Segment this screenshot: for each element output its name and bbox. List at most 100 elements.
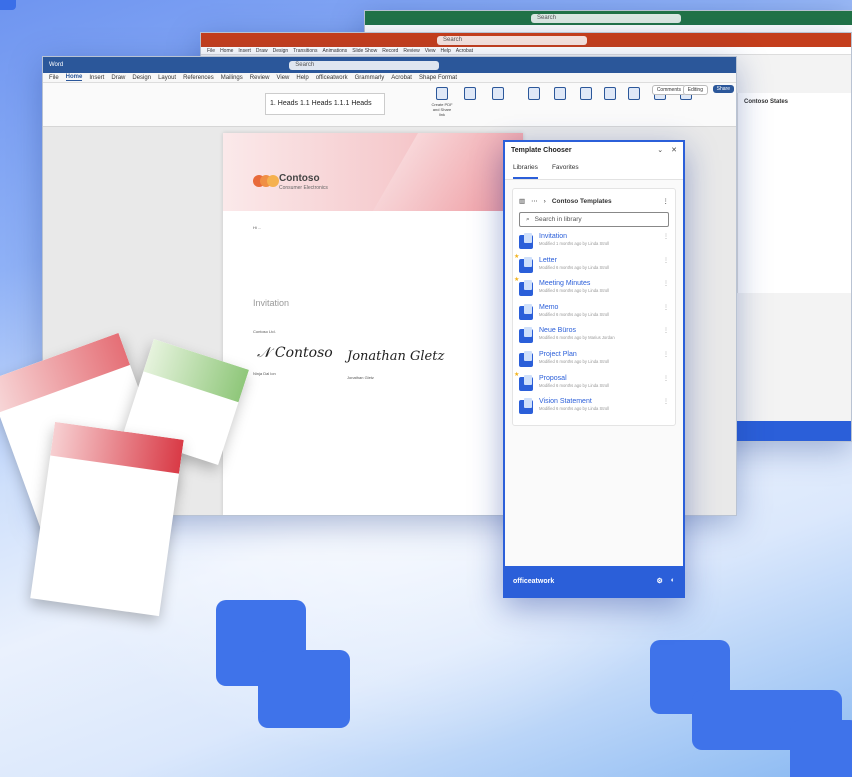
more-icon[interactable]: ⋮	[663, 197, 670, 205]
item-more-icon[interactable]: ⋮	[663, 280, 669, 287]
item-more-icon[interactable]: ⋮	[663, 351, 669, 358]
template-name: Vision Statement	[539, 398, 592, 406]
word-menu-view[interactable]: View	[276, 75, 289, 81]
close-icon[interactable]: ✕	[671, 146, 677, 154]
excel-search[interactable]: Search	[531, 13, 681, 23]
company-name: Contoso	[279, 173, 320, 184]
template-icon	[628, 87, 640, 100]
word-menu-references[interactable]: References	[183, 75, 214, 81]
create-pdf-share-link-label: Create PDF and Share link	[431, 102, 453, 117]
template-meta: Modified 6 months ago by Linda Stroll	[539, 288, 610, 294]
microphone-icon	[528, 87, 540, 100]
ppt-menu-file[interactable]: File	[207, 48, 215, 54]
contoso-logo-icon	[253, 175, 279, 187]
template-meta: Modified 6 months ago by Linda Stroll	[539, 311, 610, 317]
word-menu-insert[interactable]: Insert	[89, 75, 104, 81]
ppt-menu-draw[interactable]: Draw	[256, 48, 268, 54]
powerpoint-footer	[737, 421, 851, 441]
template-item[interactable]: LetterModified 6 months ago by Linda Str…	[514, 253, 669, 279]
ppt-menu-help[interactable]: Help	[440, 48, 450, 54]
template-meta: Modified 6 months ago by Marius Jordan	[539, 335, 615, 341]
search-placeholder: Search in library	[534, 216, 582, 223]
template-item[interactable]: Vision Statement Modified 6 months ago by…	[519, 396, 669, 420]
sensitivity-button[interactable]	[549, 87, 571, 102]
ppt-menu-review[interactable]: Review	[403, 48, 419, 54]
styles-gallery[interactable]: 1. Heads 1.1 Heads 1.1.1 Heads	[265, 93, 385, 115]
word-doc-icon	[514, 276, 533, 297]
item-more-icon[interactable]: ⋮	[663, 375, 669, 382]
word-menu-acrobat[interactable]: Acrobat	[391, 75, 412, 81]
template-item[interactable]: ProposalModified 6 months ago by Linda S…	[514, 371, 669, 397]
ppt-menu-transitions[interactable]: Transitions	[293, 48, 317, 54]
comments-button[interactable]: Comments	[651, 85, 686, 95]
corner-decoration	[0, 0, 16, 10]
word-doc-icon	[519, 233, 533, 249]
tab-libraries[interactable]: Libraries	[513, 164, 538, 179]
template-name: Meeting Minutes	[539, 280, 591, 288]
template-name: Invitation	[539, 233, 568, 240]
library-search-input[interactable]: ⌕ Search in library	[519, 212, 669, 227]
powerpoint-search[interactable]: Search	[437, 35, 587, 45]
item-more-icon[interactable]: ⋮	[663, 327, 669, 334]
ppt-menu-acrobat[interactable]: Acrobat	[456, 48, 473, 54]
word-menu-design[interactable]: Design	[132, 75, 151, 81]
template-name: Proposal	[539, 374, 567, 382]
ppt-menu-design[interactable]: Design	[273, 48, 289, 54]
ppt-menu-animations[interactable]: Animations	[322, 48, 347, 54]
dictate-button[interactable]	[523, 87, 545, 102]
create-pdf-outlook-button[interactable]	[459, 87, 481, 102]
ppt-menu-insert[interactable]: Insert	[238, 48, 251, 54]
template-item[interactable]: Neue Büros Modified 6 months ago by Mariu…	[519, 325, 669, 349]
template-chooser-button[interactable]	[623, 87, 645, 102]
word-menu: File Home Insert Draw Design Layout Refe…	[43, 73, 736, 83]
powerpoint-titlebar: Search	[201, 33, 851, 47]
letter-thumbnail-front	[30, 421, 184, 617]
word-menu-shape-format[interactable]: Shape Format	[419, 75, 457, 81]
chooser-footer: officeatwork ⚙ ◐	[505, 566, 683, 596]
add-ins-icon	[604, 87, 616, 100]
share-button[interactable]: Share	[712, 85, 734, 93]
word-titlebar: Word Search	[43, 57, 736, 73]
template-item[interactable]: Meeting MinutesModified 6 months ago by …	[514, 276, 669, 302]
document-page[interactable]: Contoso Consumer Electronics Hi ... Invi…	[223, 133, 523, 515]
word-menu-officeatwork[interactable]: officeatwork	[316, 75, 348, 81]
editing-button[interactable]: Editing	[682, 85, 708, 95]
word-menu-review[interactable]: Review	[250, 75, 270, 81]
library-name[interactable]: Contoso Templates	[552, 198, 612, 205]
template-chooser-pane[interactable]: Template Chooser ⌄ ✕ Libraries Favorites …	[503, 140, 685, 598]
word-menu-help[interactable]: Help	[296, 75, 308, 81]
word-menu-file[interactable]: File	[49, 75, 59, 81]
item-more-icon[interactable]: ⋮	[663, 304, 669, 311]
word-menu-grammarly[interactable]: Grammarly	[355, 75, 385, 81]
ellipsis-icon[interactable]: ⋯	[531, 197, 538, 205]
chevron-down-icon[interactable]: ⌄	[657, 146, 663, 154]
ppt-menu-slideshow[interactable]: Slide Show	[352, 48, 377, 54]
settings-icon[interactable]: ⚙	[656, 577, 662, 585]
chooser-tabs: Libraries Favorites	[505, 158, 683, 180]
item-more-icon[interactable]: ⋮	[663, 257, 669, 264]
tab-favorites[interactable]: Favorites	[552, 164, 579, 179]
word-menu-draw[interactable]: Draw	[111, 75, 125, 81]
item-more-icon[interactable]: ⋮	[663, 398, 669, 405]
library-icon[interactable]: ▥	[519, 197, 525, 205]
word-menu-layout[interactable]: Layout	[158, 75, 176, 81]
template-item[interactable]: Memo Modified 6 months ago by Linda Strol…	[519, 302, 669, 326]
document-heading: Invitation	[253, 298, 290, 308]
theme-toggle-icon[interactable]: ◐	[671, 577, 675, 585]
word-search[interactable]: Search	[289, 60, 440, 70]
editor-button[interactable]	[575, 87, 597, 102]
create-pdf-share-link-button[interactable]: Create PDF and Share link	[431, 87, 453, 117]
item-more-icon[interactable]: ⋮	[663, 233, 669, 240]
chooser-title: Template Chooser	[511, 146, 572, 154]
template-item[interactable]: Project Plan Modified 6 months ago by Lin…	[519, 349, 669, 373]
ppt-menu-home[interactable]: Home	[220, 48, 233, 54]
word-menu-home[interactable]: Home	[65, 74, 83, 81]
ppt-menu-view[interactable]: View	[425, 48, 436, 54]
template-item[interactable]: Invitation Modified 1 months ago by Linda…	[519, 231, 669, 255]
library-card: ▥ ⋯ › Contoso Templates ⋮ ⌕ Search in li…	[512, 188, 676, 426]
ppt-menu-record[interactable]: Record	[382, 48, 398, 54]
add-ins-button[interactable]	[599, 87, 621, 102]
request-signatures-button[interactable]	[487, 87, 509, 102]
word-menu-mailings[interactable]: Mailings	[221, 75, 243, 81]
word-doc-icon	[519, 327, 533, 344]
